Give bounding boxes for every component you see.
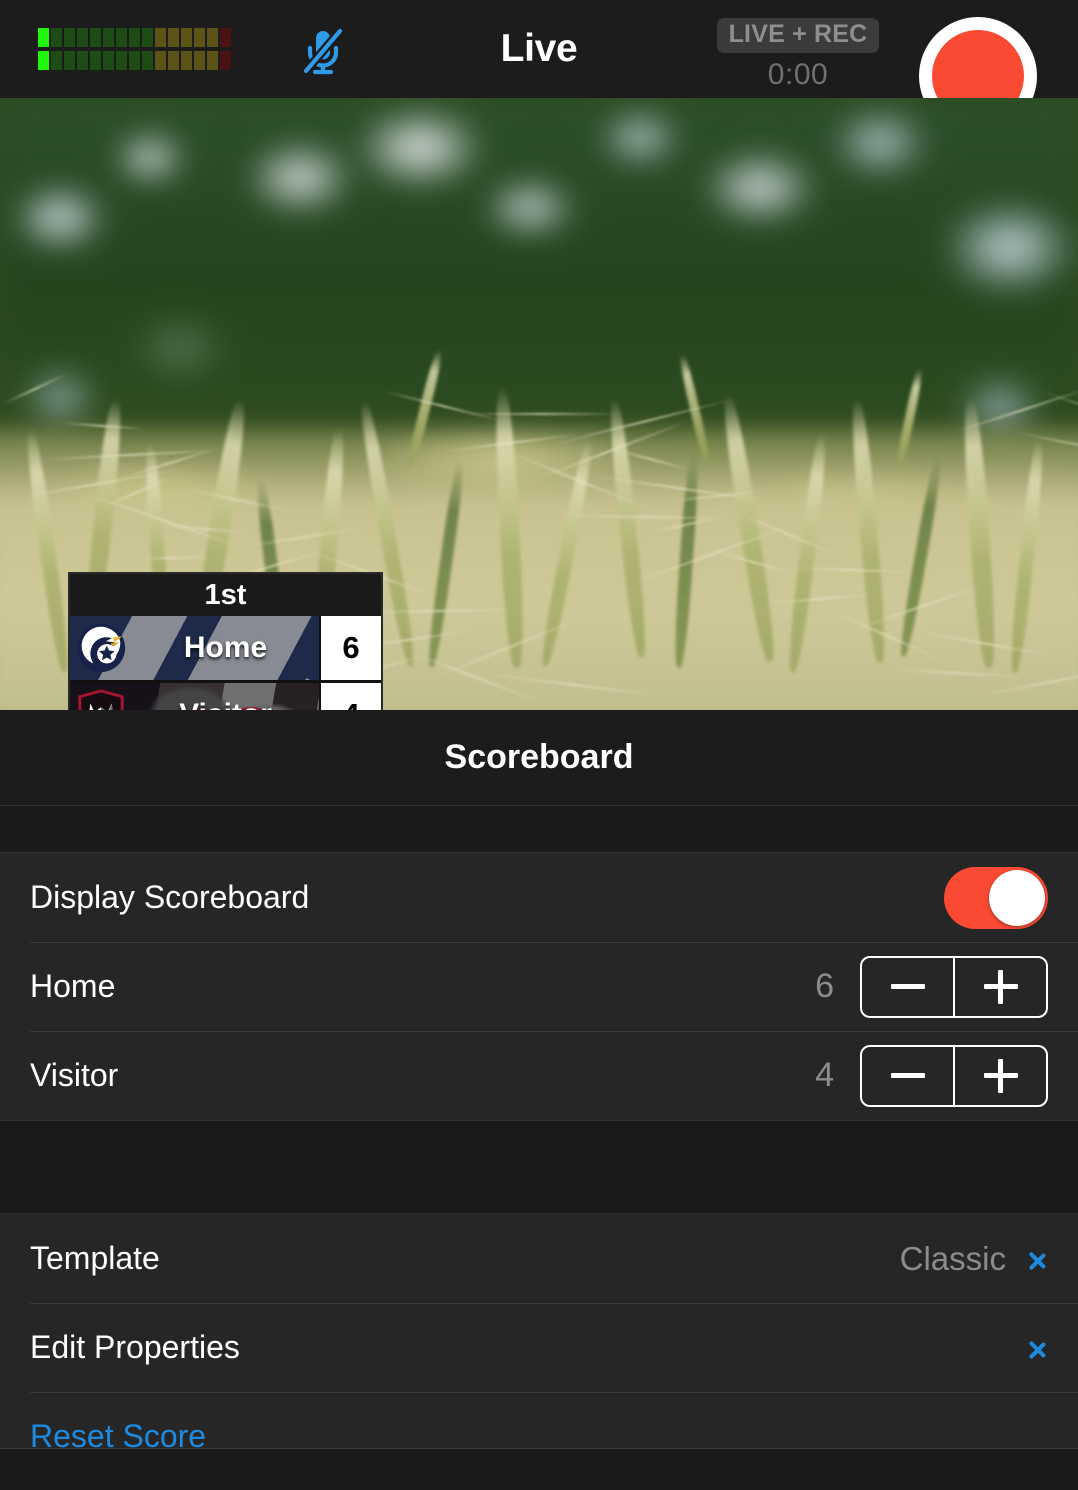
row-visitor-score: Visitor 4 [0, 1031, 1078, 1120]
video-preview[interactable]: 1st Home 6 [0, 98, 1078, 710]
wheat-awn [465, 413, 620, 415]
top-bar: Live LIVE + REC 0:00 [0, 0, 1078, 135]
display-scoreboard-toggle[interactable] [944, 866, 1048, 929]
section-gap-top [0, 805, 1078, 853]
home-score-decrement-button[interactable] [862, 958, 953, 1016]
wheat-awn [770, 593, 870, 605]
home-score-value: 6 [815, 967, 834, 1005]
recording-status: LIVE + REC 0:00 [708, 18, 888, 92]
wheat-stalk [405, 348, 445, 468]
row-display-scoreboard[interactable]: Display Scoreboard [0, 853, 1078, 942]
wheat-awn [61, 422, 144, 430]
wheat-awn [136, 555, 209, 561]
wheat-stalk [897, 453, 945, 658]
panel-title: Scoreboard [0, 710, 1078, 805]
wheat-awn [2, 373, 68, 405]
wheat-stalk [1007, 437, 1047, 674]
page-title: Live [500, 27, 578, 70]
template-label: Template [30, 1240, 160, 1276]
toggle-knob [989, 869, 1045, 926]
wheat-stalk [785, 432, 830, 674]
edit-properties-label: Edit Properties [30, 1329, 240, 1365]
wheat-awn [835, 612, 940, 660]
visitor-score-stepper[interactable] [860, 1044, 1048, 1107]
row-template[interactable]: Template Classic [0, 1214, 1078, 1303]
minus-icon [890, 1073, 925, 1078]
plus-icon [983, 1058, 1018, 1093]
wheat-awn [160, 524, 250, 534]
home-score-stepper[interactable] [860, 955, 1048, 1018]
wheat-stalk [492, 387, 527, 669]
record-timer: 0:00 [767, 58, 829, 91]
wheat-awn [1015, 431, 1078, 463]
section-gap-middle [0, 1120, 1078, 1214]
plus-icon [983, 969, 1018, 1004]
wheat-awn [183, 487, 292, 513]
row-edit-properties[interactable]: Edit Properties [0, 1303, 1078, 1392]
wheat-stalk [894, 368, 925, 468]
wheat-awn [563, 514, 727, 520]
chevron-right-icon [1028, 1331, 1048, 1365]
scoreboard-controls-group: Display Scoreboard Home 6 Visitor 4 [0, 853, 1078, 1120]
scoreboard-settings-panel: Scoreboard Display Scoreboard Home 6 Vis… [0, 710, 1078, 1490]
wheat-awn [892, 668, 1018, 678]
wheat-awn [977, 664, 1078, 698]
bottom-strip [0, 1448, 1078, 1490]
home-label: Home [30, 968, 116, 1004]
wheat-stalk [23, 428, 72, 673]
wheat-awn [382, 390, 503, 422]
scoreboard-overlay[interactable]: 1st Home 6 [68, 572, 383, 710]
status-badge: LIVE + REC [716, 18, 880, 53]
visitor-score-increment-button[interactable] [953, 1046, 1046, 1105]
scoreboard-row-visitor: Visitor 4 [70, 683, 381, 710]
chevron-right-icon [1028, 1242, 1048, 1276]
scoreboard-period: 1st [70, 574, 381, 616]
scoreboard-home-name: Home [183, 631, 268, 664]
minus-icon [890, 984, 925, 989]
scoreboard-visitor-score: 4 [319, 683, 381, 710]
home-score-increment-button[interactable] [953, 957, 1046, 1016]
scoreboard-visitor-name: Visitor [132, 683, 319, 710]
wheat-stalk [960, 397, 999, 669]
row-home-score: Home 6 [0, 942, 1078, 1031]
visitor-score-value: 4 [815, 1056, 834, 1094]
eagle-logo [70, 616, 132, 680]
live-streaming-app: Live LIVE + REC 0:00 1st Home 6 Scoreboa… [0, 0, 1078, 1490]
visitor-label: Visitor [30, 1057, 119, 1093]
visitor-score-decrement-button[interactable] [862, 1047, 953, 1105]
wolf-logo [70, 683, 132, 710]
scoreboard-row-home: Home 6 [70, 616, 381, 680]
scoreboard-home-score: 6 [319, 616, 381, 680]
display-scoreboard-label: Display Scoreboard [30, 879, 310, 915]
template-value: Classic [899, 1239, 1006, 1277]
scoreboard-options-group: Template Classic Edit Properties Reset S… [0, 1214, 1078, 1481]
